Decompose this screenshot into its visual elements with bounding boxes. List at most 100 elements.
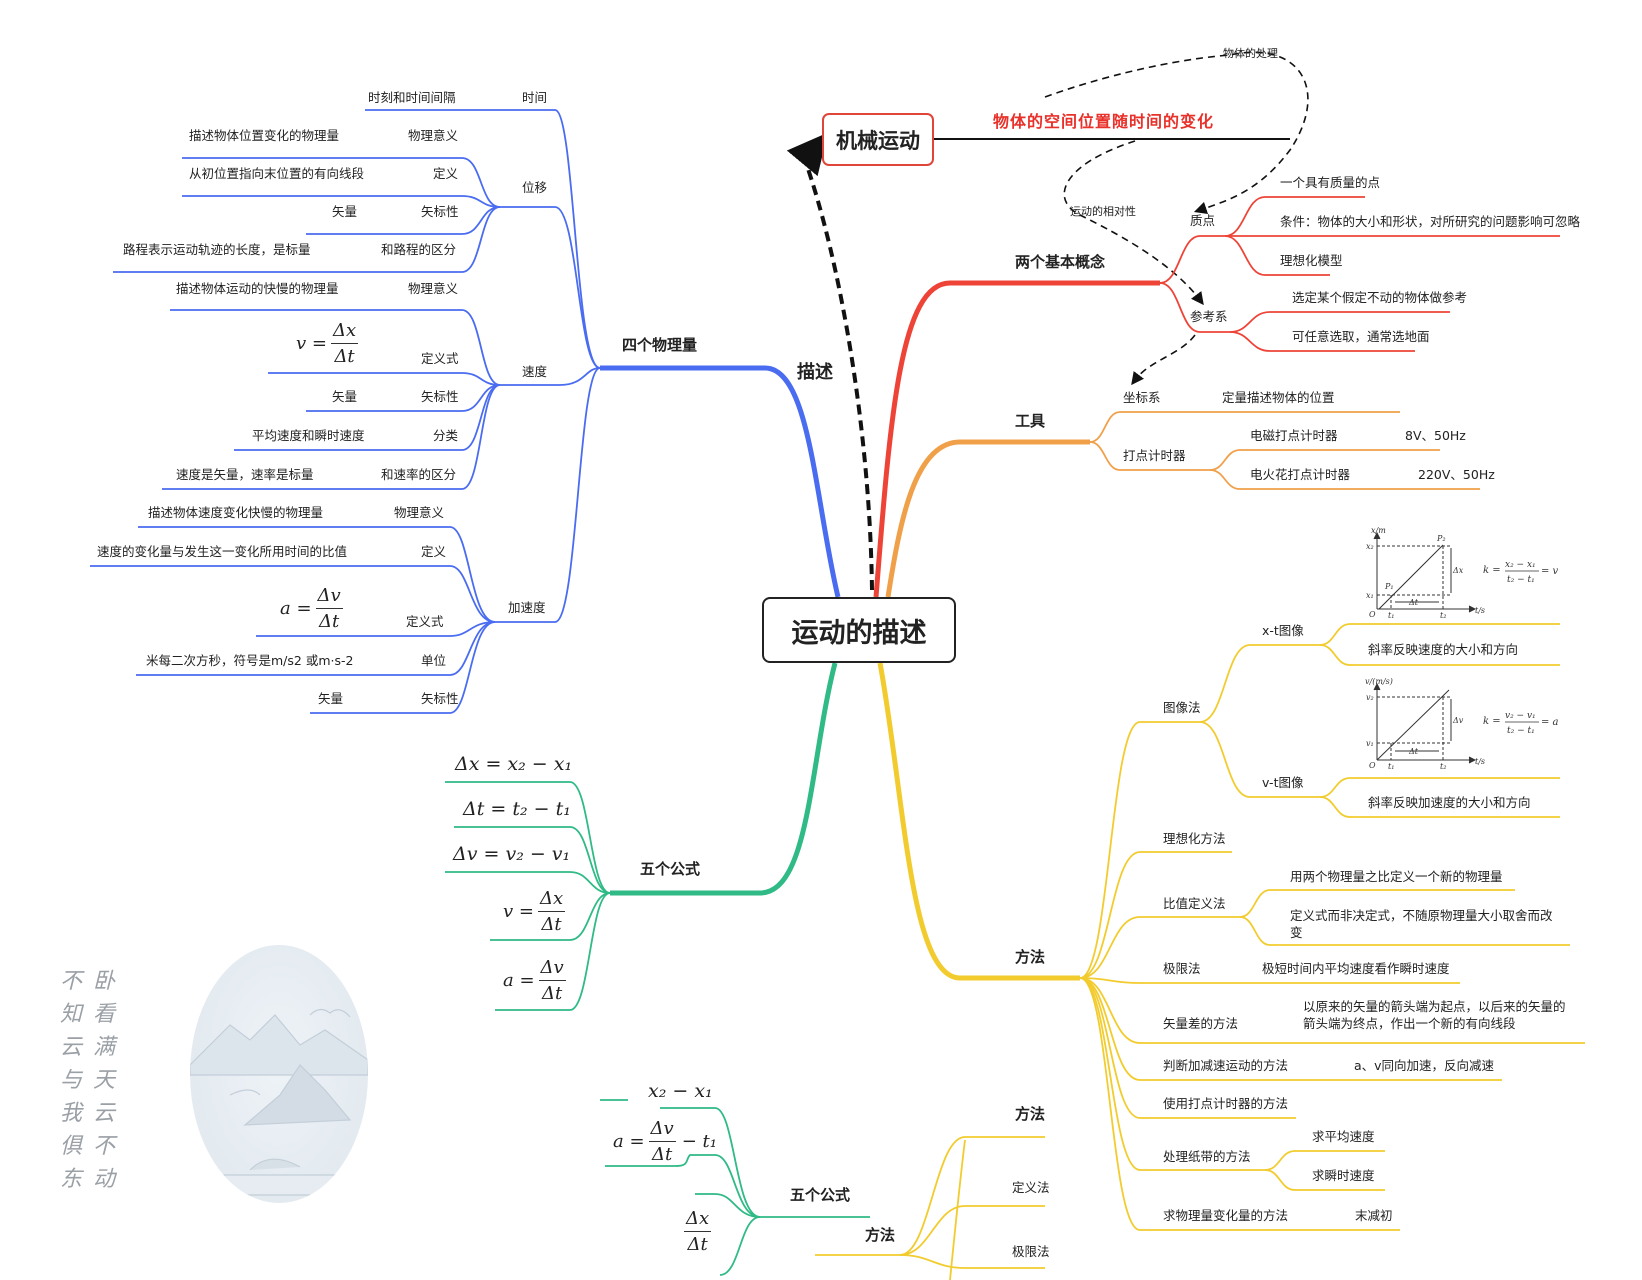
mechanical-motion-node[interactable]: 机械运动 [822,113,934,166]
formula-dx: Δx = x₂ − x₁ [455,753,573,775]
node-tools[interactable]: 工具 [1015,414,1045,429]
node-two-concepts[interactable]: 两个基本概念 [1015,255,1105,270]
leaf-value: 求平均速度 [1312,1129,1375,1144]
node-time[interactable]: 时间 [522,91,547,105]
leaf-value: 220V、50Hz [1418,467,1495,482]
leaf-value: 描述物体运动的快慢的物理量 [176,281,339,296]
xt-xlabel: t/s [1475,606,1485,615]
node-particle[interactable]: 质点 [1190,214,1215,228]
leaf-key: 物理意义 [408,281,459,296]
node-vector-difference[interactable]: 矢量差的方法 [1163,1017,1238,1031]
leaf-value: 描述物体速度变化快慢的物理量 [148,505,324,520]
root-node[interactable]: 运动的描述 [762,597,956,663]
node-limit-method[interactable]: 极限法 [1163,962,1201,976]
xt-p2: P₂ [1436,534,1446,543]
ghost-methods-sub: 方法 [1015,1105,1046,1123]
leaf-value: 用两个物理量之比定义一个新的物理量 [1290,869,1503,884]
node-graph-method[interactable]: 图像法 [1163,701,1201,715]
leaf-value: 米每二次方秒，符号是m/s2 或m·s-2 [146,653,354,668]
node-change-method[interactable]: 求物理量变化量的方法 [1163,1209,1288,1223]
ghost-limit-method: 极限法 [1012,1244,1050,1259]
dash-relative [1063,140,1204,306]
vt-v2: v₂ [1366,693,1374,702]
leaf-value: 可任意选取，通常选地面 [1292,329,1430,344]
vt-ylabel: v/(m/s) [1365,678,1393,686]
leaf-value: 速度的变化量与发生这一变化所用时间的比值 [97,544,348,559]
vt-v1: v₁ [1366,739,1374,748]
node-four-quantities[interactable]: 四个物理量 [622,338,697,353]
branch-orange [885,439,1090,598]
leaf-key: 定义式 [421,351,459,366]
poem-column-left: 不 知 云 与 我 俱 东 [60,969,83,1192]
node-acceleration[interactable]: 加速度 [508,601,546,615]
xt-dx: Δx [1452,566,1464,575]
leaf-key: 定义式 [406,614,444,629]
formula-acceleration: a = Δv Δt [503,957,566,1004]
mechanical-motion-label: 机械运动 [836,128,920,153]
leaf-value: 求瞬时速度 [1312,1168,1375,1183]
node-vt-graph[interactable]: v-t图像 [1262,776,1303,790]
ghost-five-formulas: 五个公式 [790,1186,851,1204]
leaf-value: 矢量 [318,691,344,706]
leaf-key: 分类 [433,428,459,443]
branch-blue [600,365,841,598]
xt-k-res: = v [1541,566,1559,577]
leaf-value: 平均速度和瞬时速度 [252,428,365,443]
ghost-formula-top: x₂ − x₁ [648,1080,713,1102]
node-dot-timer[interactable]: 打点计时器 [1123,449,1186,463]
ghost-formula-v: Δx Δt [684,1208,712,1255]
annotation-relativity: 运动的相对性 [1070,205,1136,218]
formula-dt: Δt = t₂ − t₁ [463,798,571,820]
leaf-value: 矢量 [332,204,358,219]
node-methods[interactable]: 方法 [1015,950,1045,965]
leaf-value: 以原来的矢量的箭头端为起点，以后来的矢量的 [1303,999,1566,1014]
node-coordinate-system[interactable]: 坐标系 [1123,391,1161,405]
node-accel-judge[interactable]: 判断加减速运动的方法 [1163,1059,1288,1073]
leaf-value: 变 [1290,925,1303,940]
xt-x2: x₂ [1366,542,1374,551]
node-timer-use[interactable]: 使用打点计时器的方法 [1163,1097,1288,1111]
ghost-definition-method: 定义法 [1012,1180,1050,1195]
leaf-key: 和路程的区分 [381,242,457,257]
vt-k: k = [1483,716,1501,727]
node-xt-graph[interactable]: x-t图像 [1262,624,1304,638]
xt-k-num: x₂ − x₁ [1505,560,1536,570]
vt-k-den: t₂ − t₁ [1507,726,1535,736]
leaf-value: 8V、50Hz [1405,428,1466,443]
root-label: 运动的描述 [791,617,927,649]
node-displacement[interactable]: 位移 [522,181,547,195]
leaf-key: 单位 [421,653,447,668]
xt-x1: x₁ [1366,591,1374,600]
dash-ref-coord [1131,334,1196,386]
node-ratio-definition[interactable]: 比值定义法 [1163,897,1226,911]
formula-dv: Δv = v₂ − v₁ [453,843,571,865]
node-idealization[interactable]: 理想化方法 [1163,832,1226,846]
leaf-value: 路程表示运动轨迹的长度，是标量 [123,242,311,257]
formula-acceleration-definition: a = Δv Δt [280,585,343,632]
node-reference-frame[interactable]: 参考系 [1190,310,1228,324]
xt-origin: O [1369,610,1376,619]
vt-dt: Δt [1408,747,1419,756]
mechanical-motion-definition: 物体的空间位置随时间的变化 [993,112,1215,131]
leaf-value: 斜率反映速度的大小和方向 [1368,642,1519,657]
xt-ylabel: x/m [1371,527,1386,535]
leaf-value: a、v同向加速，反向减速 [1354,1058,1495,1073]
node-five-formulas[interactable]: 五个公式 [640,862,700,877]
leaf-value: 末减初 [1355,1208,1393,1223]
ghost-methods: 方法 [865,1226,896,1244]
xt-graph-image: x/m x₂ x₁ P₂ P₁ Δx Δt O t₁ t₂ t/s k = x₂… [1366,527,1559,619]
leaf-value: 极短时间内平均速度看作瞬时速度 [1262,961,1450,976]
leaf-value: 箭头端为终点，作出一个新的有向线段 [1303,1016,1516,1031]
vt-k-res: = a [1541,717,1559,728]
leaf-key: 和速率的区分 [381,467,457,482]
leaf-value: 定义式而非决定式，不随原物理量大小取舍而改 [1290,908,1553,923]
leaf-value: 矢量 [332,389,358,404]
leaf-value: 理想化模型 [1280,253,1343,268]
node-velocity[interactable]: 速度 [522,365,547,379]
annotation-object-treatment: 物体的处理 [1223,47,1278,60]
node-tape-processing[interactable]: 处理纸带的方法 [1163,1150,1251,1164]
vt-dv: Δv [1452,716,1464,725]
landscape-illustration-icon [190,1008,368,1196]
leaf-key: 矢标性 [421,204,459,219]
vt-t2: t₂ [1440,762,1446,770]
